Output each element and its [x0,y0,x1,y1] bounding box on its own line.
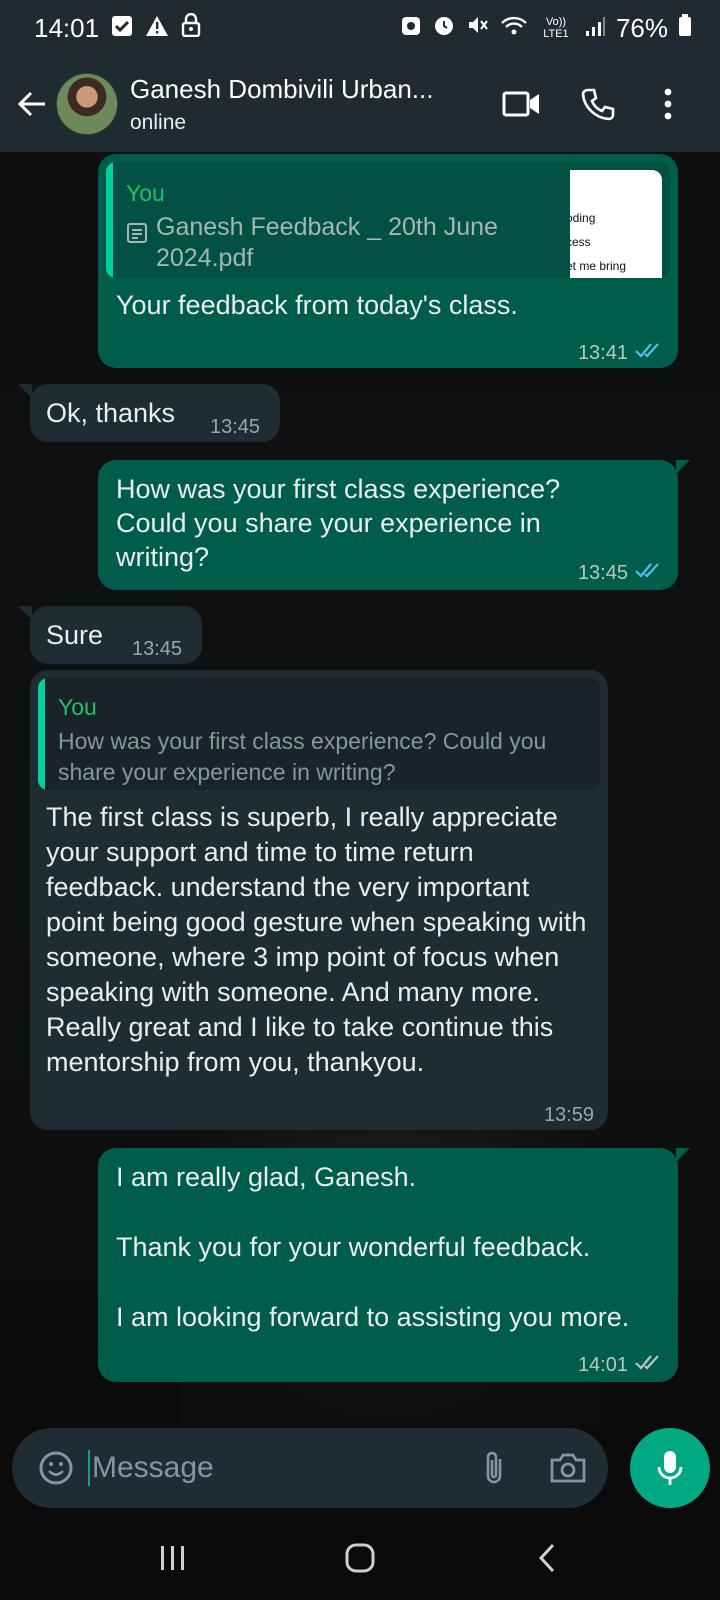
chat-area[interactable]: You Ganesh Feedback _ 20th June 2024.pdf… [0,152,720,1424]
message-time: 13:41 [577,342,628,364]
text-cursor [88,1450,90,1486]
chat-header: Ganesh Dombivili Urban... online [0,56,720,152]
read-receipt-icon [634,336,662,370]
pdf-preview-line: cess [570,235,591,249]
message-bubble-outgoing[interactable]: You Ganesh Feedback _ 20th June 2024.pdf… [98,154,678,368]
message-text-line: I am really glad, Ganesh. [116,1162,417,1192]
back-arrow-icon[interactable] [10,82,54,126]
emoji-button[interactable] [34,1446,78,1490]
more-options-button[interactable] [640,76,696,132]
video-call-button[interactable] [494,76,550,132]
pdf-preview-line: oding [570,211,596,225]
recent-apps-icon [161,1546,185,1570]
quote-author: You [126,180,165,206]
phone-icon [581,88,615,121]
video-camera-icon [502,91,539,117]
emoji-icon [39,1451,73,1485]
message-text: Sure [46,620,104,650]
message-bubble-outgoing[interactable]: I am really glad, Ganesh. Thank you for … [98,1148,690,1382]
quote-accent-bar [106,162,113,278]
quote-filename: Ganesh Feedback _ 20th June 2024.pdf [156,213,498,272]
read-receipt-icon [634,556,662,590]
message-text: Ok, thanks [46,398,176,428]
message-bubble-incoming[interactable]: Sure 13:45 [18,606,202,664]
alarm-notification-icon [400,13,422,44]
lock-icon [181,12,201,44]
message-composer [12,1428,608,1508]
quoted-document[interactable]: You Ganesh Feedback _ 20th June 2024.pdf… [106,162,670,278]
contact-info[interactable]: Ganesh Dombivili Urban... online [130,74,490,135]
back-chevron-icon [538,1543,554,1573]
alarm-clock-icon [432,13,456,44]
message-text-line: Thank you for your wonderful feedback. [116,1232,591,1262]
camera-button[interactable] [544,1446,592,1490]
paperclip-icon [486,1451,502,1484]
message-text: The first class is superb, I really appr… [46,802,587,1077]
message-bubble-incoming[interactable]: Ok, thanks 13:45 [18,384,280,442]
quote-author: You [58,694,97,720]
delivered-receipt-icon [634,1348,662,1382]
mute-icon [466,13,490,44]
wifi-icon [500,13,528,44]
message-bubble-incoming[interactable]: You How was your first class experience?… [30,670,608,1130]
home-button[interactable] [330,1528,390,1588]
message-text: How was your first class experience? Cou… [116,474,561,572]
message-time: 13:45 [577,562,628,584]
battery-icon [678,13,692,44]
camera-icon [550,1453,586,1483]
voice-call-button[interactable] [570,76,626,132]
contact-status: online [130,110,187,134]
quoted-message[interactable]: You How was your first class experience?… [38,678,600,790]
status-bar: 14:01 Vo)) LTE1 76% [0,0,720,56]
home-icon [345,1543,375,1573]
pdf-thumbnail[interactable]: oding cess et me bring [570,170,662,278]
quote-accent-bar [38,678,45,790]
warning-icon [145,13,169,44]
message-time: 13:45 [210,416,261,438]
contact-avatar[interactable] [56,73,118,135]
message-time: 13:45 [132,638,183,660]
recent-apps-button[interactable] [143,1528,203,1588]
checkbox-notification-icon [111,13,133,44]
quote-text: How was your first class experience? Cou… [58,728,547,785]
system-navigation-bar [0,1516,720,1600]
microphone-icon [657,1451,683,1485]
voice-message-button[interactable] [630,1428,710,1508]
message-bubble-outgoing[interactable]: How was your first class experience? Cou… [98,460,690,590]
contact-name[interactable]: Ganesh Dombivili Urban... [130,74,490,105]
message-time: 13:59 [543,1104,594,1126]
status-time: 14:01 [34,12,100,43]
back-button[interactable] [517,1528,577,1588]
message-input[interactable] [92,1451,472,1485]
message-text-line: I am looking forward to assisting you mo… [116,1302,630,1332]
message-text: Your feedback from today's class. [116,290,518,320]
attach-button[interactable] [472,1446,516,1490]
document-icon [126,218,148,274]
network-label: Vo)) LTE1 [543,16,569,40]
pdf-preview-line: et me bring [570,259,627,273]
signal-icon [584,13,606,44]
battery-percent: 76% [615,12,668,43]
message-time: 14:01 [577,1354,628,1376]
kebab-menu-icon [664,88,672,120]
